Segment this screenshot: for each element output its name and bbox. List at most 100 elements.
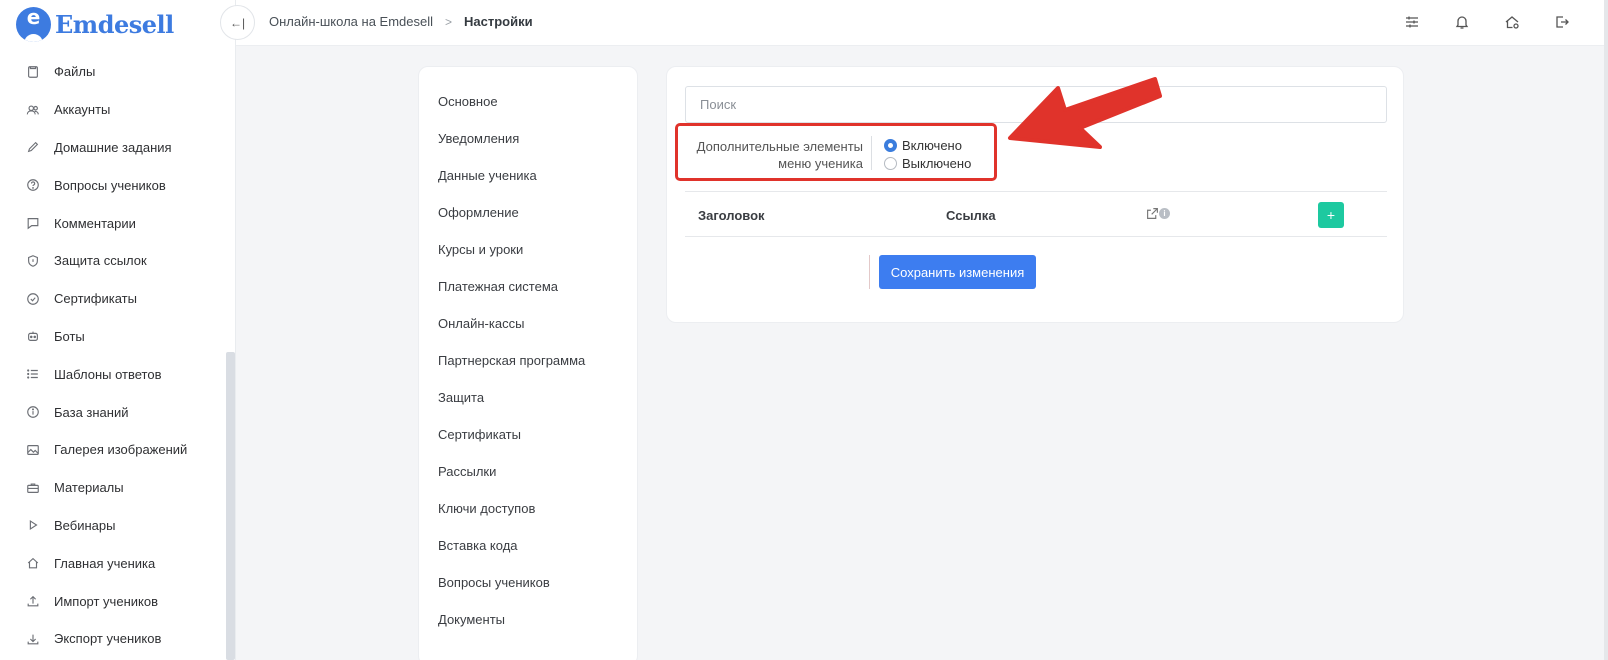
sidebar-item-label: Шаблоны ответов	[54, 366, 162, 382]
settings-item-certificates[interactable]: Сертификаты	[419, 416, 637, 453]
sidebar-item-label: Экспорт учеников	[54, 631, 162, 647]
radio-enabled[interactable]: Включено	[884, 136, 971, 154]
sidebar-item-answer-templates[interactable]: Шаблоны ответов	[0, 355, 226, 393]
sidebar-item-label: Вопросы учеников	[54, 177, 166, 193]
sidebar-item-label: Материалы	[54, 480, 124, 496]
sidebar-item-label: Аккаунты	[54, 102, 111, 118]
save-divider	[869, 255, 870, 289]
save-changes-button[interactable]: Сохранить изменения	[879, 255, 1036, 289]
settings-item-mailings[interactable]: Рассылки	[419, 453, 637, 490]
option-divider	[871, 136, 872, 170]
sidebar-item-accounts[interactable]: Аккаунты	[0, 91, 226, 129]
settings-item-student-data[interactable]: Данные ученика	[419, 157, 637, 194]
logout-icon[interactable]	[1552, 12, 1572, 32]
sliders-icon[interactable]	[1402, 12, 1422, 32]
settings-item-payment[interactable]: Платежная система	[419, 268, 637, 305]
window-right-edge	[1604, 0, 1608, 660]
breadcrumb: Онлайн-школа на Emdesell > Настройки	[269, 14, 533, 29]
option-label-line2: меню ученика	[778, 156, 863, 171]
search-input[interactable]	[685, 86, 1387, 123]
info-icon[interactable]: i	[1159, 208, 1170, 219]
radio-unchecked-icon[interactable]	[884, 156, 897, 170]
breadcrumb-separator-icon: >	[445, 14, 453, 29]
header-actions	[1402, 12, 1572, 32]
sidebar-nav: Файлы Аккаунты Домашние задания Вопросы …	[0, 53, 226, 658]
settings-item-appearance[interactable]: Оформление	[419, 194, 637, 231]
sidebar-item-comments[interactable]: Комментарии	[0, 204, 226, 242]
sidebar: e Emdesell Файлы Аккаунты Домашние задан…	[0, 0, 236, 660]
radio-checked-icon[interactable]	[884, 138, 897, 152]
sidebar-item-knowledge-base[interactable]: База знаний	[0, 393, 226, 431]
list-icon	[25, 367, 40, 382]
settings-panel: Дополнительные элементы меню ученика Вкл…	[666, 66, 1404, 323]
breadcrumb-current: Настройки	[464, 14, 533, 29]
play-icon	[25, 518, 40, 533]
sidebar-item-label: База знаний	[54, 404, 129, 420]
radio-disabled[interactable]: Выключено	[884, 154, 971, 172]
sidebar-item-webinars[interactable]: Вебинары	[0, 507, 226, 545]
breadcrumb-parent-link[interactable]: Онлайн-школа на Emdesell	[269, 14, 433, 29]
student-menu-extra-option: Дополнительные элементы меню ученика Вкл…	[675, 123, 997, 181]
sidebar-item-label: Файлы	[54, 64, 96, 80]
sidebar-item-homework[interactable]: Домашние задания	[0, 129, 226, 167]
main-content: Основное Уведомления Данные ученика Офор…	[236, 46, 1608, 660]
sidebar-item-materials[interactable]: Материалы	[0, 469, 226, 507]
users-icon	[25, 102, 40, 117]
sidebar-item-certificates[interactable]: Сертификаты	[0, 280, 226, 318]
option-radio-group: Включено Выключено	[884, 136, 971, 172]
home-settings-icon[interactable]	[1502, 12, 1522, 32]
sidebar-item-import-students[interactable]: Импорт учеников	[0, 582, 226, 620]
brand-logo[interactable]: e Emdesell	[16, 6, 174, 42]
settings-item-general[interactable]: Основное	[419, 83, 637, 120]
upload-icon	[25, 594, 40, 609]
settings-item-code-insert[interactable]: Вставка кода	[419, 527, 637, 564]
sidebar-item-files[interactable]: Файлы	[0, 53, 226, 91]
column-link: Ссылка	[946, 208, 996, 223]
menu-items-table-header: Заголовок Ссылка i +	[685, 191, 1387, 237]
logo-badge-icon: e	[16, 6, 51, 42]
settings-item-documents[interactable]: Документы	[419, 601, 637, 638]
sidebar-item-bots[interactable]: Боты	[0, 318, 226, 356]
question-icon	[25, 178, 40, 193]
sidebar-item-label: Домашние задания	[54, 139, 172, 155]
app-root: e Emdesell Файлы Аккаунты Домашние задан…	[0, 0, 1608, 660]
settings-item-access-keys[interactable]: Ключи доступов	[419, 490, 637, 527]
settings-item-protection[interactable]: Защита	[419, 379, 637, 416]
sidebar-item-export-students[interactable]: Экспорт учеников	[0, 620, 226, 658]
shield-icon	[25, 253, 40, 268]
download-icon	[25, 631, 40, 646]
sidebar-item-label: Импорт учеников	[54, 593, 158, 609]
settings-item-student-questions[interactable]: Вопросы учеников	[419, 564, 637, 601]
bell-icon[interactable]	[1452, 12, 1472, 32]
option-label-line1: Дополнительные элементы	[696, 139, 863, 154]
sidebar-item-image-gallery[interactable]: Галерея изображений	[0, 431, 226, 469]
info-icon	[25, 405, 40, 420]
sidebar-item-student-questions[interactable]: Вопросы учеников	[0, 166, 226, 204]
sidebar-item-student-home[interactable]: Главная ученика	[0, 544, 226, 582]
sidebar-item-label: Комментарии	[54, 215, 136, 231]
settings-item-notifications[interactable]: Уведомления	[419, 120, 637, 157]
home-icon	[25, 556, 40, 571]
sidebar-item-link-protection[interactable]: Защита ссылок	[0, 242, 226, 280]
settings-item-online-cashbox[interactable]: Онлайн-кассы	[419, 305, 637, 342]
add-menu-item-button[interactable]: +	[1318, 202, 1344, 228]
sidebar-item-label: Главная ученика	[54, 555, 156, 571]
sidebar-item-label: Сертификаты	[54, 291, 137, 307]
settings-item-courses[interactable]: Курсы и уроки	[419, 231, 637, 268]
settings-menu: Основное Уведомления Данные ученика Офор…	[418, 66, 638, 660]
collapse-sidebar-button[interactable]: ←|	[220, 5, 255, 40]
sidebar-item-label: Боты	[54, 328, 85, 344]
external-link-icon	[1146, 207, 1159, 220]
image-icon	[25, 442, 40, 457]
sidebar-scrollbar[interactable]	[226, 352, 235, 660]
top-header: ←| Онлайн-школа на Emdesell > Настройки	[220, 0, 1608, 46]
column-title: Заголовок	[698, 208, 765, 223]
comment-icon	[25, 216, 40, 231]
sidebar-item-label: Защита ссылок	[54, 253, 147, 269]
briefcase-icon	[25, 480, 40, 495]
sidebar-item-label: Вебинары	[54, 517, 116, 533]
pencil-icon	[25, 140, 40, 155]
logo-badge-letter: e	[26, 6, 41, 29]
settings-item-affiliate[interactable]: Партнерская программа	[419, 342, 637, 379]
collapse-icon: ←|	[229, 15, 246, 30]
